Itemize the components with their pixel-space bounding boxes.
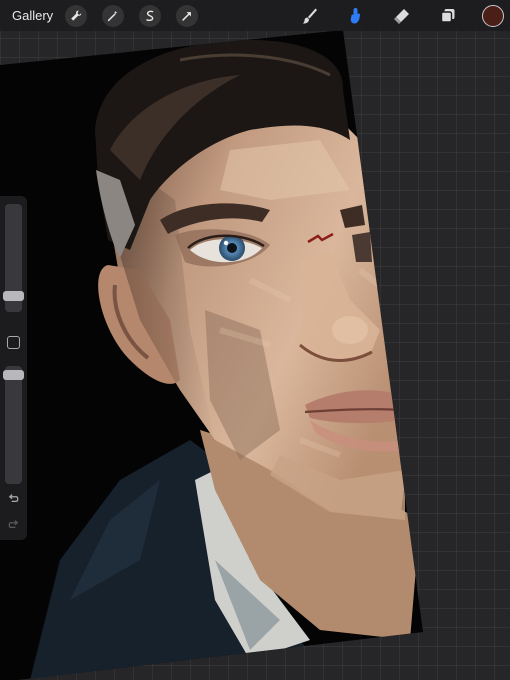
actions-button[interactable] <box>65 4 88 27</box>
painting-canvas[interactable] <box>0 0 510 680</box>
adjustments-button[interactable] <box>102 4 125 27</box>
left-sidebar <box>0 196 27 540</box>
selection-button[interactable] <box>139 4 162 27</box>
undo-button[interactable] <box>6 492 20 506</box>
wrench-icon <box>71 10 82 21</box>
painting-artwork <box>0 30 423 680</box>
gallery-button[interactable]: Gallery <box>12 8 53 23</box>
redo-icon <box>8 519 18 528</box>
layers-icon <box>440 8 455 23</box>
eraser-tool-button[interactable] <box>390 4 414 28</box>
transform-arrow-icon <box>182 11 192 21</box>
opacity-slider[interactable] <box>3 366 24 484</box>
redo-button[interactable] <box>6 518 20 532</box>
smudge-icon <box>350 7 361 23</box>
top-toolbar: Gallery <box>0 0 510 31</box>
brush-tool-button[interactable] <box>298 4 322 28</box>
brush-icon <box>302 8 317 23</box>
magic-wand-icon <box>108 10 118 21</box>
brush-size-slider[interactable] <box>3 204 24 312</box>
eraser-icon <box>394 8 409 24</box>
smudge-tool-button[interactable] <box>344 4 368 28</box>
opacity-slider-thumb[interactable] <box>3 370 24 380</box>
layers-button[interactable] <box>436 4 460 28</box>
color-picker-button[interactable] <box>482 4 504 27</box>
selection-icon <box>146 10 154 21</box>
transform-button[interactable] <box>176 4 199 27</box>
modify-button[interactable] <box>7 336 20 349</box>
undo-icon <box>8 493 18 502</box>
brush-size-slider-thumb[interactable] <box>3 291 24 301</box>
right-tool-group <box>298 0 510 31</box>
